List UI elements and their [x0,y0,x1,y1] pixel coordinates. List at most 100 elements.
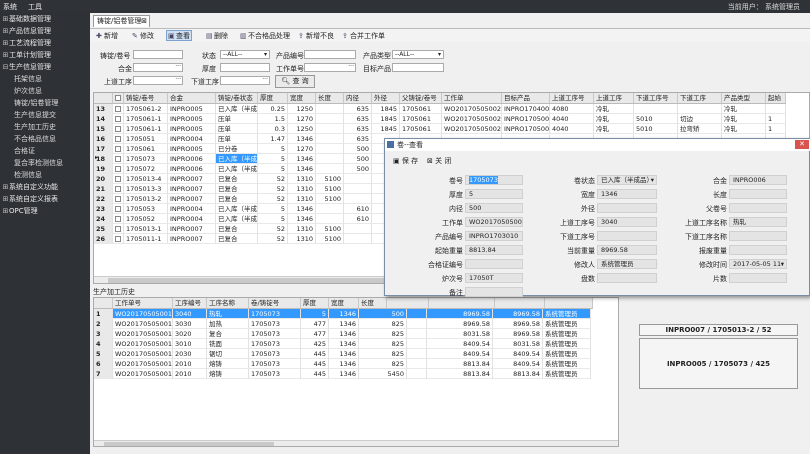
grid-column-header[interactable]: 铸锭/卷号 [124,93,168,104]
table-cell[interactable]: 1346 [288,164,316,174]
expand-icon[interactable]: ⊞ [2,182,9,193]
table-cell[interactable]: 610 [344,204,372,214]
table-cell[interactable] [407,359,427,369]
table-cell[interactable]: 477 [301,329,329,339]
sidebar-item-production-info[interactable]: ⊟生产信息管理 [2,62,51,73]
table-cell[interactable]: 1845 [372,114,400,124]
grid-column-header[interactable]: 下道工序号 [634,93,678,104]
table-cell[interactable]: 冷轧 [594,124,634,134]
table-cell[interactable]: 1270 [288,144,316,154]
table-cell[interactable]: 635 [344,114,372,124]
table-cell[interactable]: 3020 [173,329,207,339]
grid-column-header[interactable]: 厚度 [301,298,329,309]
grid-column-header[interactable]: 宽度 [288,93,316,104]
table-cell[interactable]: 已入库（半成品） [216,154,258,164]
sidebar-item-product-info[interactable]: ⊞产品信息管理 [2,26,51,37]
row-checkbox-cell[interactable] [113,194,124,204]
table-cell[interactable]: 1705061 [400,114,442,124]
table-cell[interactable]: 系统管理员 [543,359,591,369]
table-cell[interactable]: INPRO1705005 [502,124,550,134]
table-cell[interactable]: 635 [344,104,372,114]
table-cell[interactable]: 825 [359,329,407,339]
table-cell[interactable]: 已复合 [216,174,258,184]
table-cell[interactable]: 1705013-2 [124,194,168,204]
expand-icon[interactable]: ⊞ [2,14,9,25]
table-cell[interactable] [344,224,372,234]
table-cell[interactable]: 5 [258,154,288,164]
field-value[interactable] [465,287,523,297]
expand-icon[interactable]: ⊞ [2,38,9,49]
table-cell[interactable]: 压单 [216,134,258,144]
table-cell[interactable]: 4080 [550,104,594,114]
table-cell[interactable]: 825 [359,339,407,349]
table-cell[interactable] [407,349,427,359]
table-cell[interactable]: WO201705050017 [113,339,173,349]
table-cell[interactable]: 5100 [316,234,344,244]
menu-system[interactable]: 系统 [3,2,17,12]
defect-handle-button[interactable]: ▥不合格品处理 [240,31,290,41]
prev-process-input[interactable]: ··· [133,76,183,85]
table-cell[interactable]: 5 [258,204,288,214]
dropdown-arrow-icon[interactable]: ▾ [781,260,784,268]
table-cell[interactable]: WO201705050020 [442,104,502,114]
horizontal-scrollbar[interactable] [94,440,618,446]
table-cell[interactable]: 已分卷 [216,144,258,154]
table-cell[interactable] [316,204,344,214]
table-cell[interactable]: 1346 [288,134,316,144]
row-checkbox-cell[interactable] [113,214,124,224]
expand-icon[interactable]: ⊞ [2,194,9,205]
edit-button[interactable]: ✎ 修改 [132,31,154,41]
table-cell[interactable]: 8409.54 [427,349,493,359]
table-cell[interactable]: 5 [301,309,329,319]
table-cell[interactable]: 热轧 [207,309,249,319]
table-cell[interactable]: 压单 [216,114,258,124]
table-cell[interactable]: 3030 [173,319,207,329]
table-cell[interactable]: 8813.84 [427,359,493,369]
table-cell[interactable]: INPRO007 [168,174,216,184]
grid-column-header[interactable]: 上道工序号 [550,93,594,104]
table-cell[interactable]: 冷轧 [722,124,766,134]
sidebar-subitem[interactable]: 合格证 [14,146,35,157]
status-select[interactable]: --ALL-- [220,50,270,59]
table-cell[interactable] [678,104,722,114]
table-cell[interactable] [407,309,427,319]
add-button[interactable]: ✚ 新增 [96,31,118,41]
table-cell[interactable]: 1.5 [258,114,288,124]
grid-column-header[interactable]: 合金 [168,93,216,104]
grid-column-header[interactable]: 起始 [766,93,786,104]
grid-column-header[interactable]: 长度 [316,93,344,104]
row-checkbox[interactable] [115,126,121,132]
close-icon[interactable]: ✕ [795,140,809,149]
table-cell[interactable]: 1705073 [249,339,301,349]
table-cell[interactable]: 复合 [207,329,249,339]
sidebar-item-custom-function[interactable]: ⊞系统自定义功能 [2,182,58,193]
field-value[interactable] [465,259,523,269]
grid-column-header[interactable]: 工序名称 [207,298,249,309]
table-cell[interactable]: 8409.54 [493,359,543,369]
table-cell[interactable]: 8813.84 [493,369,543,379]
table-cell[interactable]: 4040 [550,124,594,134]
table-cell[interactable]: 1310 [288,174,316,184]
table-cell[interactable]: 系统管理员 [543,339,591,349]
table-cell[interactable]: 8969.58 [427,319,493,329]
grid-column-header[interactable]: 下道工序 [678,93,722,104]
table-cell[interactable]: 1 [766,114,786,124]
table-cell[interactable]: 1270 [288,114,316,124]
table-cell[interactable]: 加热 [207,319,249,329]
sidebar-item-work-plan[interactable]: ⊞工单计划管理 [2,50,51,61]
row-checkbox[interactable] [115,146,121,152]
field-value[interactable]: 2017-05-05 11: ▾ [729,259,787,269]
table-cell[interactable]: 熔铸 [207,369,249,379]
table-cell[interactable]: 500 [344,154,372,164]
product-type-select[interactable]: --ALL-- [392,50,444,59]
table-cell[interactable]: 1250 [288,124,316,134]
table-cell[interactable] [407,319,427,329]
table-cell[interactable]: INPRO004 [168,204,216,214]
table-cell[interactable]: 445 [301,369,329,379]
table-cell[interactable]: WO201705050027 [442,114,502,124]
table-cell[interactable] [316,214,344,224]
target-product-input[interactable] [392,63,444,72]
table-cell[interactable]: 8969.58 [493,309,543,319]
table-cell[interactable]: 已入库（半成品） [216,204,258,214]
table-cell[interactable]: INPRO007 [168,184,216,194]
